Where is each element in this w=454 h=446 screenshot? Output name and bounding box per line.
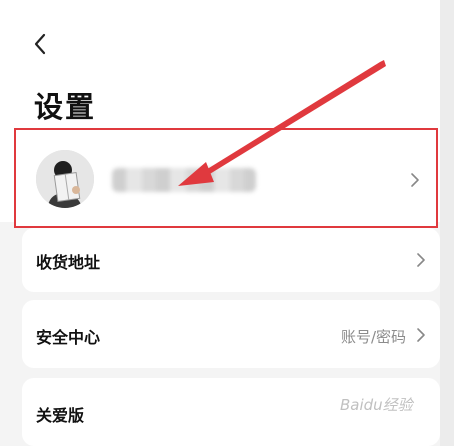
- annotation-arrow: [178, 60, 386, 186]
